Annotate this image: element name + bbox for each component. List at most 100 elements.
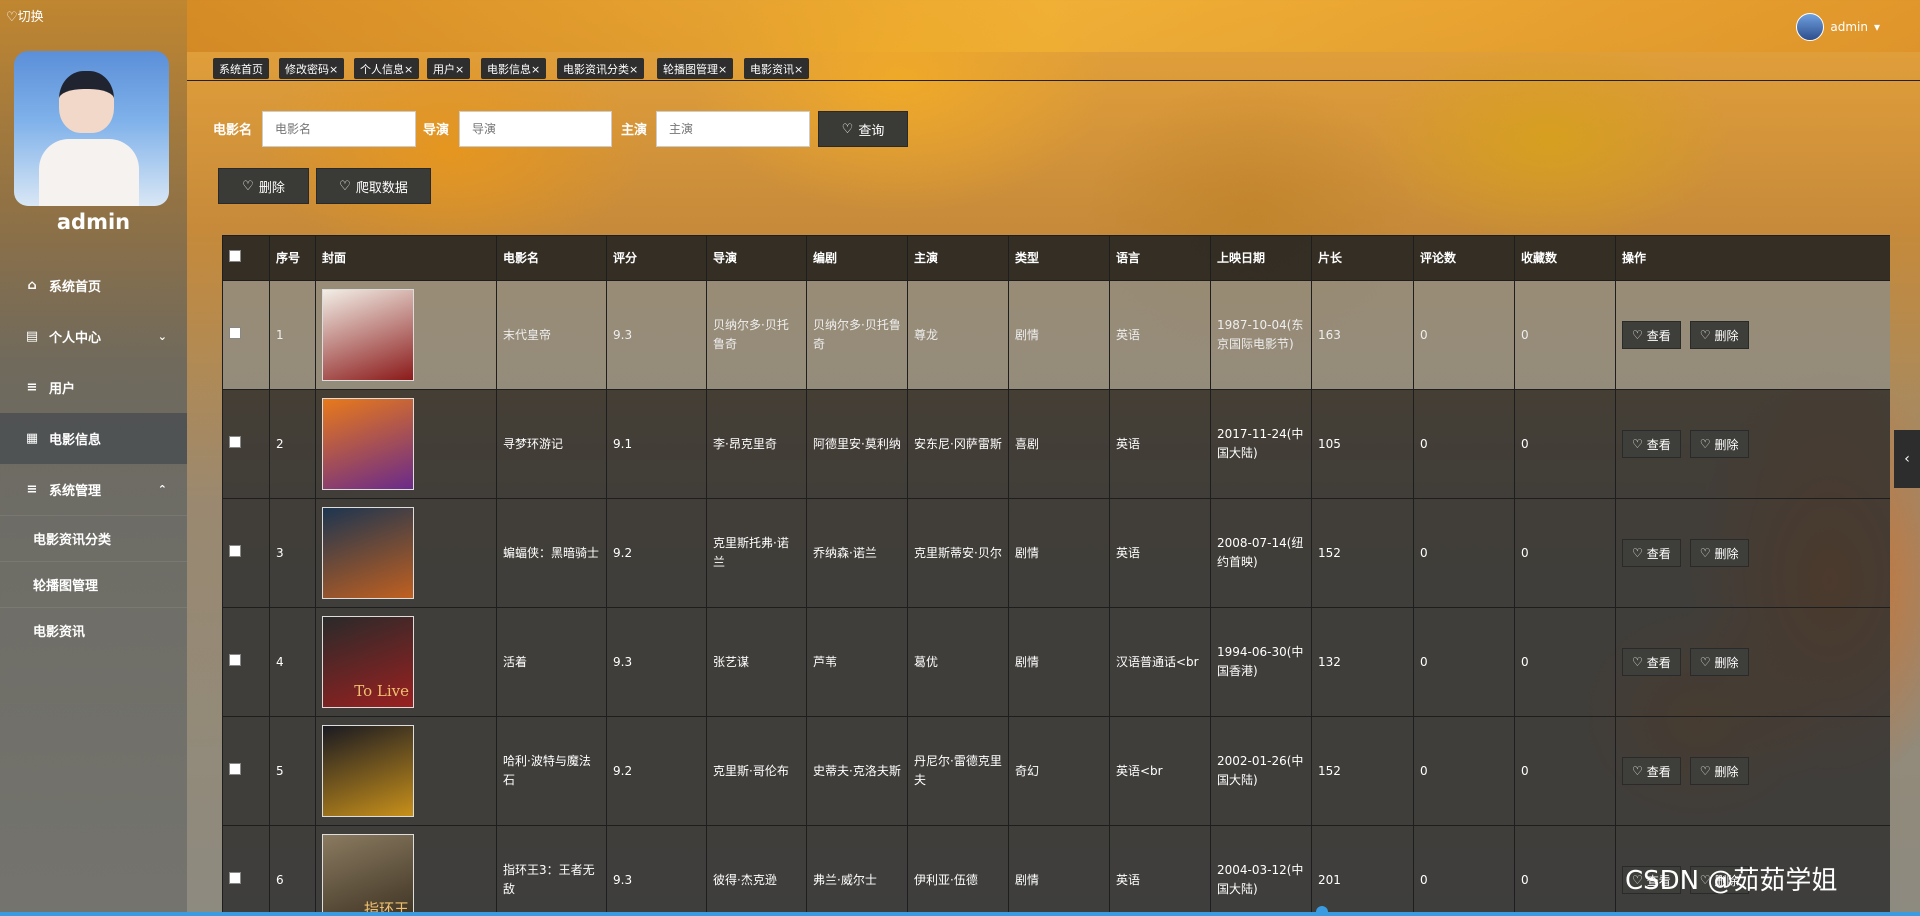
sidebar-item-movies[interactable]: ▦ 电影信息 — [0, 413, 187, 464]
heart-icon: ♡ — [1699, 437, 1711, 451]
actions-cell: ♡ 查看 ♡ 删除 — [1615, 389, 1890, 499]
poster-cell: To Live — [315, 607, 497, 717]
cell-favs: 0 — [1514, 498, 1616, 608]
bottom-scrollbar[interactable] — [0, 912, 1920, 916]
sidebar-item-system[interactable]: ≡ 系统管理 ⌃ — [0, 464, 187, 515]
select-all-checkbox[interactable] — [229, 249, 241, 262]
sidebar: admin ⌂ 系统首页 ▤ 个人中心 ⌄ ≡ 用户 ▦ 电影信息 ≡ 系统管理 ⌃ 电影资讯… — [0, 0, 187, 916]
row-number: 2 — [269, 389, 316, 499]
row-select-cell[interactable] — [222, 389, 270, 499]
tab-change-password[interactable]: 修改密码× — [279, 58, 345, 79]
row-checkbox[interactable] — [229, 326, 241, 339]
view-button[interactable]: ♡ 查看 — [1622, 430, 1681, 458]
view-label: 查看 — [1646, 655, 1671, 670]
delete-label: 删除 — [1714, 764, 1739, 779]
scroll-handle[interactable] — [1316, 906, 1328, 916]
cell-favs: 0 — [1514, 825, 1616, 916]
query-button[interactable]: ♡ 查询 — [818, 111, 908, 147]
cell-actor: 尊龙 — [907, 280, 1009, 390]
sidebar-subitem-news-category[interactable]: 电影资讯分类 — [0, 515, 187, 561]
sidebar-menu: ⌂ 系统首页 ▤ 个人中心 ⌄ ≡ 用户 ▦ 电影信息 ≡ 系统管理 ⌃ 电影资讯分类 轮播图… — [0, 260, 187, 653]
cell-name: 蝙蝠侠：黑暗骑士 — [496, 498, 607, 608]
column-header: 操作 — [1615, 235, 1890, 281]
row-select-cell[interactable] — [222, 716, 270, 826]
heart-icon: ♡ — [339, 178, 351, 194]
actions-cell: ♡ 查看 ♡ 删除 — [1615, 280, 1890, 390]
cell-lang: 汉语普通话<br — [1109, 607, 1211, 717]
sidebar-item-users[interactable]: ≡ 用户 — [0, 362, 187, 413]
switch-toggle[interactable]: ♡切换 — [6, 6, 44, 25]
column-header: 评分 — [606, 235, 707, 281]
actor-input[interactable] — [656, 111, 810, 147]
cell-actor: 安东尼·冈萨雷斯 — [907, 389, 1009, 499]
row-number: 6 — [269, 825, 316, 916]
row-delete-button[interactable]: ♡ 删除 — [1689, 539, 1749, 567]
row-select-cell[interactable] — [222, 280, 270, 390]
sidebar-subitem-carousel[interactable]: 轮播图管理 — [0, 561, 187, 607]
heart-icon: ♡ — [1632, 437, 1643, 451]
row-select-cell[interactable] — [222, 607, 270, 717]
tab-home[interactable]: 系统首页 — [213, 58, 269, 79]
view-button[interactable]: ♡ 查看 — [1622, 757, 1681, 785]
batch-delete-button[interactable]: ♡ 删除 — [218, 168, 309, 204]
cell-comments: 0 — [1413, 389, 1515, 499]
cell-director: 克里斯·哥伦布 — [706, 716, 807, 826]
cell-favs: 0 — [1514, 389, 1616, 499]
row-checkbox[interactable] — [229, 653, 241, 666]
row-checkbox[interactable] — [229, 544, 241, 557]
row-number: 5 — [269, 716, 316, 826]
view-button[interactable]: ♡ 查看 — [1622, 539, 1681, 567]
column-header: 编剧 — [806, 235, 908, 281]
actions-cell: ♡ 查看 ♡ 删除 — [1615, 607, 1890, 717]
poster-title: To Live — [354, 682, 409, 700]
cell-name: 活着 — [496, 607, 607, 717]
tab-carousel[interactable]: 轮播图管理× — [657, 58, 734, 79]
row-delete-button[interactable]: ♡ 删除 — [1689, 430, 1749, 458]
row-checkbox[interactable] — [229, 762, 241, 775]
sidebar-subitem-news[interactable]: 电影资讯 — [0, 607, 187, 653]
cell-score: 9.1 — [606, 389, 707, 499]
tab-bar: 系统首页 修改密码× 个人信息× 用户× 电影信息× 电影资讯分类× 轮播图管理… — [187, 55, 1920, 81]
tab-news[interactable]: 电影资讯× — [744, 58, 810, 79]
heart-icon: ♡ — [1632, 546, 1643, 560]
row-select-cell[interactable] — [222, 498, 270, 608]
movie-name-input[interactable] — [262, 111, 416, 147]
tab-profile[interactable]: 个人信息× — [354, 58, 420, 79]
director-input[interactable] — [459, 111, 612, 147]
sidebar-item-profile[interactable]: ▤ 个人中心 ⌄ — [0, 311, 187, 362]
select-all-cell[interactable] — [222, 235, 270, 281]
row-delete-button[interactable]: ♡ 删除 — [1689, 648, 1749, 676]
actions-cell: ♡ 查看 ♡ 删除 — [1615, 498, 1890, 608]
table-row: 2 寻梦环游记 9.1 李·昂克里奇 阿德里安·莫利纳 安东尼·冈萨雷斯 喜剧 英语 2017-… — [222, 389, 1890, 499]
cell-director: 贝纳尔多·贝托鲁奇 — [706, 280, 807, 390]
actions-cell: ♡ 查看 ♡ 删除 — [1615, 716, 1890, 826]
home-icon: ⌂ — [27, 278, 37, 293]
cell-length: 152 — [1311, 498, 1414, 608]
row-checkbox[interactable] — [229, 871, 241, 884]
cell-actor: 葛优 — [907, 607, 1009, 717]
user-menu[interactable]: admin ▾ — [1796, 13, 1880, 41]
row-delete-button[interactable]: ♡ 删除 — [1689, 757, 1749, 785]
view-button[interactable]: ♡ 查看 — [1622, 648, 1681, 676]
tab-movie-info[interactable]: 电影信息× — [481, 58, 547, 79]
row-number: 3 — [269, 498, 316, 608]
column-header: 片长 — [1311, 235, 1414, 281]
heart-icon: ♡ — [841, 121, 854, 137]
table-row: 1 末代皇帝 9.3 贝纳尔多·贝托鲁奇 贝纳尔多·贝托鲁奇 尊龙 剧情 英语 1987-10-… — [222, 280, 1890, 390]
crawl-button[interactable]: ♡ 爬取数据 — [316, 168, 431, 204]
actor-label: 主演 — [621, 123, 648, 138]
row-checkbox[interactable] — [229, 435, 241, 448]
collapse-panel-toggle[interactable]: ‹ — [1894, 430, 1920, 488]
row-select-cell[interactable] — [222, 825, 270, 916]
delete-label: 删除 — [1714, 328, 1739, 343]
delete-label: 删除 — [1714, 655, 1739, 670]
cell-score: 9.2 — [606, 498, 707, 608]
cell-date: 1987-10-04(东京国际电影节) — [1210, 280, 1312, 390]
sidebar-item-home[interactable]: ⌂ 系统首页 — [0, 260, 187, 311]
tab-users[interactable]: 用户× — [427, 58, 471, 79]
tab-news-category[interactable]: 电影资讯分类× — [557, 58, 645, 79]
view-button[interactable]: ♡ 查看 — [1622, 321, 1681, 349]
row-delete-button[interactable]: ♡ 删除 — [1689, 321, 1749, 349]
movie-poster — [322, 398, 414, 490]
header-username: admin — [1830, 20, 1868, 34]
